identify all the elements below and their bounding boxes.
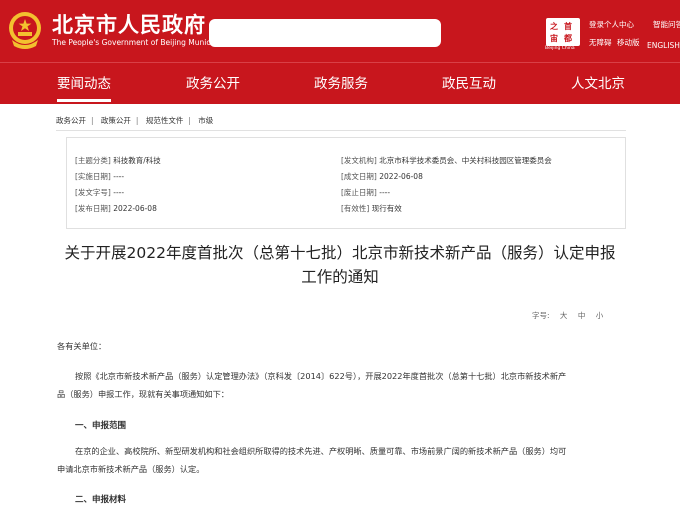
- section-heading: 一、申报范围: [75, 421, 127, 431]
- site-header: 北京市人民政府 The People's Government of Beiji…: [0, 0, 680, 62]
- divider: [56, 130, 626, 131]
- seal-char: 宙: [550, 34, 558, 43]
- article-title: 关于开展2022年度首批次（总第十七批）北京市新技术新产品（服务）认定申报 工作…: [64, 244, 616, 286]
- main-nav: 要闻动态 政务公开 政务服务 政民互动 人文北京: [0, 62, 680, 104]
- national-emblem-icon: [9, 12, 41, 49]
- site-subtitle: The People's Government of Beijing Munic…: [52, 38, 234, 47]
- site-title[interactable]: 北京市人民政府: [52, 9, 206, 39]
- seal-char: 之: [550, 22, 558, 31]
- meta-issuer: [发文机构] 北京市科学技术委员会、中关村科技园区管理委员会: [341, 156, 552, 165]
- login-link[interactable]: 登录个人中心: [589, 19, 634, 30]
- section-heading: 二、申报材料: [75, 495, 127, 505]
- font-size-switcher: 字号: 大 中 小: [532, 310, 603, 321]
- breadcrumb-separator: |: [135, 116, 139, 125]
- nav-item-news[interactable]: 要闻动态: [57, 63, 111, 105]
- capital-seal-logo[interactable]: 之 首 宙 都: [546, 18, 580, 46]
- breadcrumb-separator: |: [91, 116, 94, 125]
- seal-char: 首: [564, 22, 572, 31]
- paragraph-line: 在京的企业、高校院所、新型研发机构和社会组织所取得的技术先进、产权明晰、质量可靠…: [75, 446, 567, 456]
- breadcrumb-item[interactable]: 政策公开: [101, 116, 131, 125]
- meta-written-date: [成文日期] 2022-06-08: [341, 172, 423, 181]
- meta-effective-date: [实施日期] ----: [75, 172, 125, 181]
- breadcrumb-item[interactable]: 规范性文件: [146, 116, 184, 125]
- paragraph-line: 申请北京市新技术新产品（服务）认定。: [57, 464, 205, 474]
- font-size-large-button[interactable]: 大: [560, 311, 568, 320]
- search-input[interactable]: [209, 19, 441, 47]
- nav-item-open-gov[interactable]: 政务公开: [186, 63, 240, 105]
- meta-validity: [有效性] 现行有效: [341, 204, 402, 213]
- breadcrumb: 政务公开 | 政策公开 | 规范性文件 | 市级: [56, 115, 213, 126]
- document-metadata: [主题分类] 科技教育/科技 [发文机构] 北京市科学技术委员会、中关村科技园区…: [66, 137, 626, 229]
- seal-caption: Beijing China: [545, 46, 575, 51]
- font-size-small-button[interactable]: 小: [596, 311, 604, 320]
- font-size-medium-button[interactable]: 中: [578, 311, 586, 320]
- meta-abolish-date: [废止日期] ----: [341, 188, 391, 197]
- nav-item-services[interactable]: 政务服务: [314, 63, 368, 105]
- meta-publish-date: [发布日期] 2022-06-08: [75, 204, 157, 213]
- seal-char: 都: [564, 34, 572, 43]
- salutation: 各有关单位：: [57, 341, 107, 351]
- barrier-free-link[interactable]: 无障碍: [589, 37, 612, 48]
- english-link[interactable]: ENGLISH: [647, 41, 680, 50]
- smart-qa-link[interactable]: 智能问答: [653, 19, 680, 30]
- font-size-label: 字号:: [532, 311, 550, 320]
- breadcrumb-item[interactable]: 市级: [198, 116, 213, 125]
- meta-subject: [主题分类] 科技教育/科技: [75, 156, 161, 165]
- meta-doc-number: [发文字号] ----: [75, 188, 125, 197]
- nav-item-interaction[interactable]: 政民互动: [442, 63, 496, 105]
- paragraph-line: 品（服务）申报工作，现就有关事项通知如下：: [57, 389, 229, 399]
- breadcrumb-item[interactable]: 政务公开: [56, 116, 86, 125]
- mobile-link[interactable]: 移动版: [617, 37, 640, 48]
- nav-item-culture[interactable]: 人文北京: [571, 63, 625, 105]
- breadcrumb-separator: |: [188, 116, 191, 125]
- paragraph-line: 按照《北京市新技术新产品（服务）认定管理办法》（京科发〔2014〕622号），开…: [75, 371, 567, 381]
